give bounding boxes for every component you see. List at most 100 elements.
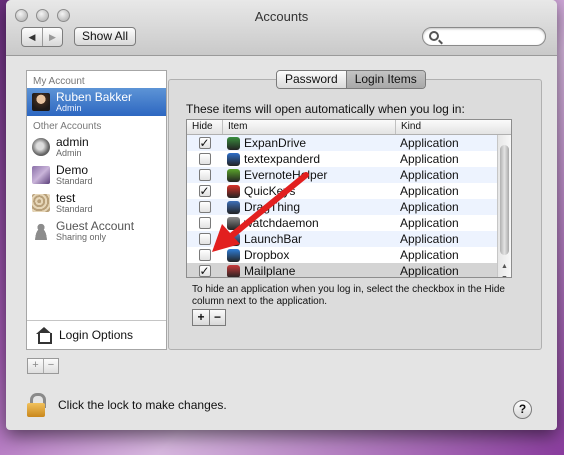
show-all-button[interactable]: Show All — [74, 27, 136, 46]
column-hide[interactable]: Hide — [187, 120, 222, 134]
search-icon — [429, 31, 439, 41]
dropbox-icon — [227, 248, 240, 262]
table-row[interactable]: Dropbox Application — [187, 247, 511, 263]
evernote-icon — [227, 168, 240, 182]
item-cell: Dropbox — [222, 248, 395, 262]
item-name: Mailplane — [244, 264, 296, 278]
table-body: ✓ ExpanDrive Application textexpanderd Appli… — [187, 135, 511, 278]
account-name: admin — [56, 135, 89, 149]
hide-cell: ✓ — [187, 265, 222, 277]
item-name: ExpanDrive — [244, 136, 307, 150]
login-options-label: Login Options — [59, 328, 134, 342]
login-items-intro: These items will open automatically when… — [186, 102, 465, 116]
item-cell: ExpanDrive — [222, 136, 395, 150]
item-cell: LaunchBar — [222, 232, 395, 246]
lock-area: Click the lock to make changes. — [27, 393, 227, 417]
item-name: EvernoteHelper — [244, 168, 328, 182]
kind-cell: Application — [400, 200, 459, 214]
tab-bar: Password Login Items — [276, 70, 426, 89]
table-row[interactable]: ✓ Mailplane Application — [187, 263, 511, 278]
login-item-add-remove: + − — [192, 309, 226, 326]
column-kind[interactable]: Kind — [395, 120, 511, 134]
account-demo[interactable]: Demo Standard — [27, 161, 166, 189]
login-options-item[interactable]: Login Options — [27, 320, 166, 349]
table-row[interactable]: DragThing Application — [187, 199, 511, 215]
account-admin[interactable]: admin Admin — [27, 133, 166, 161]
watchdaemon-icon — [227, 216, 240, 230]
hide-cell — [187, 201, 222, 213]
table-row[interactable]: EvernoteHelper Application — [187, 167, 511, 183]
hide-checkbox[interactable] — [198, 233, 211, 245]
add-account-button[interactable]: + — [28, 359, 43, 373]
table-row[interactable]: ✓ ExpanDrive Application — [187, 135, 511, 151]
table-row[interactable]: textexpanderd Application — [187, 151, 511, 167]
scroll-thumb[interactable] — [500, 145, 509, 255]
tab-password[interactable]: Password — [277, 71, 346, 88]
item-cell: QuicKeys — [222, 184, 395, 198]
hide-checkbox[interactable] — [198, 169, 211, 181]
avatar — [32, 166, 50, 184]
back-button[interactable]: ◀ — [22, 28, 42, 46]
quickeys-icon — [227, 184, 240, 198]
hide-checkbox[interactable]: ✓ — [198, 137, 211, 149]
other-accounts-header: Other Accounts — [33, 121, 102, 132]
hide-cell: ✓ — [187, 185, 222, 197]
tab-login-items[interactable]: Login Items — [345, 71, 425, 88]
hide-cell — [187, 233, 222, 245]
add-login-item-button[interactable]: + — [193, 310, 209, 325]
hide-checkbox[interactable] — [198, 153, 211, 165]
hide-cell — [187, 249, 222, 261]
account-role: Standard — [56, 176, 93, 186]
account-test[interactable]: test Standard — [27, 189, 166, 217]
table-row[interactable]: ✓ QuicKeys Application — [187, 183, 511, 199]
account-name: Guest Account — [56, 219, 135, 233]
mailplane-icon — [227, 264, 240, 277]
hide-help-text: To hide an application when you log in, … — [192, 284, 505, 307]
account-name: test — [56, 191, 76, 205]
kind-cell: Application — [400, 168, 459, 182]
hide-checkbox[interactable] — [198, 201, 211, 213]
expandrive-icon — [227, 136, 240, 150]
kind-cell: Application — [400, 232, 459, 246]
hide-checkbox[interactable] — [198, 249, 211, 261]
search-field[interactable] — [422, 27, 546, 46]
help-button[interactable]: ? — [513, 400, 532, 419]
hide-cell — [187, 153, 222, 165]
window-title: Accounts — [254, 9, 309, 24]
account-role: Standard — [56, 204, 93, 214]
item-name: QuicKeys — [244, 184, 296, 198]
table-row[interactable]: LaunchBar Application — [187, 231, 511, 247]
item-name: LaunchBar — [244, 232, 303, 246]
kind-cell: Application — [400, 216, 459, 230]
hide-checkbox[interactable]: ✓ — [198, 265, 211, 277]
hide-checkbox[interactable]: ✓ — [198, 185, 211, 197]
kind-cell: Application — [400, 248, 459, 262]
vertical-scrollbar[interactable]: ▲ ▼ — [497, 135, 511, 277]
remove-account-button[interactable]: − — [43, 359, 58, 373]
login-items-table: Hide Item Kind ✓ ExpanDrive Application tex… — [186, 119, 512, 278]
account-ruben-bakker[interactable]: Ruben Bakker Admin — [27, 88, 166, 116]
hide-cell — [187, 217, 222, 229]
item-name: DragThing — [244, 200, 301, 214]
account-guest[interactable]: Guest Account Sharing only — [27, 217, 166, 245]
table-row[interactable]: watchdaemon Application — [187, 215, 511, 231]
item-cell: Mailplane — [222, 264, 395, 278]
lock-icon[interactable] — [27, 393, 46, 417]
kind-cell: Application — [400, 184, 459, 198]
account-role: Admin — [56, 148, 82, 158]
avatar — [32, 93, 50, 111]
column-item[interactable]: Item — [222, 120, 395, 134]
remove-login-item-button[interactable]: − — [209, 310, 225, 325]
item-name: textexpanderd — [244, 152, 321, 166]
textexpander-icon — [227, 152, 240, 166]
launchbar-icon — [227, 232, 240, 246]
accounts-sidebar: My Account Ruben Bakker Admin Other Acco… — [26, 70, 167, 350]
kind-cell: Application — [400, 264, 459, 278]
scroll-up-arrow[interactable]: ▲ — [501, 263, 508, 270]
avatar — [32, 194, 50, 212]
hide-cell: ✓ — [187, 137, 222, 149]
titlebar: Accounts ◀ ▶ Show All — [6, 0, 557, 56]
hide-checkbox[interactable] — [198, 217, 211, 229]
forward-button[interactable]: ▶ — [42, 28, 62, 46]
item-cell: DragThing — [222, 200, 395, 214]
